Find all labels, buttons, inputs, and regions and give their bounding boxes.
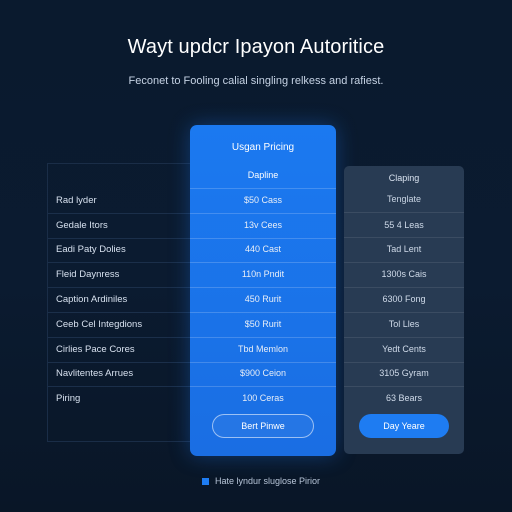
- plan-cell: Tol Lles: [388, 319, 420, 329]
- feature-label: Cirlies Pace Cores: [56, 344, 135, 355]
- plan-cell: Tbd Memlon: [237, 344, 289, 354]
- plan-cell: 13v Cees: [243, 220, 283, 230]
- plan-cell: $50 Rurit: [244, 319, 282, 329]
- plan-cell: 6300 Fong: [382, 294, 426, 304]
- row-divider: [48, 337, 198, 338]
- plan-header: Usgan Pricing: [231, 142, 295, 153]
- plan-cell: 3105 Gyram: [379, 368, 429, 378]
- legend-swatch: [202, 477, 209, 485]
- feature-label: Piring: [56, 393, 81, 404]
- row-divider: [190, 362, 336, 363]
- page-title: Wayt updcr Ipayon Autoritice: [127, 36, 385, 58]
- plan-cell: Tad Lent: [386, 244, 422, 254]
- plan-cell: 440 Cast: [244, 244, 282, 254]
- row-divider: [190, 312, 336, 313]
- row-divider: [344, 337, 464, 338]
- row-divider: [190, 287, 336, 288]
- plan-subheader: Tenglate: [386, 194, 422, 204]
- feature-label: Fleid Daynress: [56, 269, 120, 280]
- plan-cell: 55 4 Leas: [384, 220, 424, 230]
- row-divider: [48, 238, 198, 239]
- plan-cell: 63 Bears: [385, 393, 423, 403]
- row-divider: [190, 337, 336, 338]
- plan-header: Claping: [388, 173, 420, 183]
- row-divider: [344, 386, 464, 387]
- plan-cell: 450 Rurit: [244, 294, 282, 304]
- row-divider: [48, 386, 198, 387]
- alt-plan-button[interactable]: Day Yeare: [359, 414, 449, 438]
- plan-cell: 110n Pndit: [241, 269, 285, 279]
- legend: Hate lyndur sluglose Pirior: [202, 476, 320, 486]
- alt-plan-column: Claping Tenglate 55 4 Leas Tad Lent 1300…: [344, 166, 464, 454]
- page-subtitle: Feconet to Fooling calial singling relke…: [128, 75, 384, 87]
- featured-plan-column: Usgan Pricing Dapline $50 Cass 13v Cees …: [190, 125, 336, 456]
- row-divider: [344, 262, 464, 263]
- legend-label: Hate lyndur sluglose Pirior: [215, 476, 321, 486]
- row-divider: [190, 213, 336, 214]
- feature-list: Rad lyder Gedale Itors Eadi Paty Dolies …: [47, 163, 198, 442]
- featured-plan-button[interactable]: Bert Pinwe: [212, 414, 314, 438]
- plan-subheader: Dapline: [247, 170, 279, 180]
- row-divider: [190, 238, 336, 239]
- plan-cell: 100 Ceras: [242, 393, 284, 403]
- plan-cell: $50 Cass: [243, 195, 283, 205]
- row-divider: [344, 237, 464, 238]
- row-divider: [48, 287, 198, 288]
- row-divider: [344, 312, 464, 313]
- row-divider: [48, 262, 198, 263]
- row-divider: [190, 386, 336, 387]
- feature-label: Ceeb Cel Integdions: [56, 319, 143, 330]
- row-divider: [344, 212, 464, 213]
- row-divider: [344, 287, 464, 288]
- row-divider: [48, 213, 198, 214]
- plan-cell: Yedt Cents: [382, 344, 426, 354]
- row-divider: [48, 362, 198, 363]
- row-divider: [190, 262, 336, 263]
- plan-cell: 1300s Cais: [381, 269, 427, 279]
- feature-label: Caption Ardiniles: [56, 294, 128, 305]
- row-divider: [344, 362, 464, 363]
- feature-label: Gedale Itors: [56, 220, 108, 231]
- row-divider: [48, 312, 198, 313]
- feature-label: Rad lyder: [56, 195, 97, 206]
- row-divider: [190, 188, 336, 189]
- feature-label: Navlitentes Arrues: [56, 368, 134, 379]
- feature-label: Eadi Paty Dolies: [56, 244, 126, 255]
- plan-cell: $900 Ceion: [239, 368, 287, 378]
